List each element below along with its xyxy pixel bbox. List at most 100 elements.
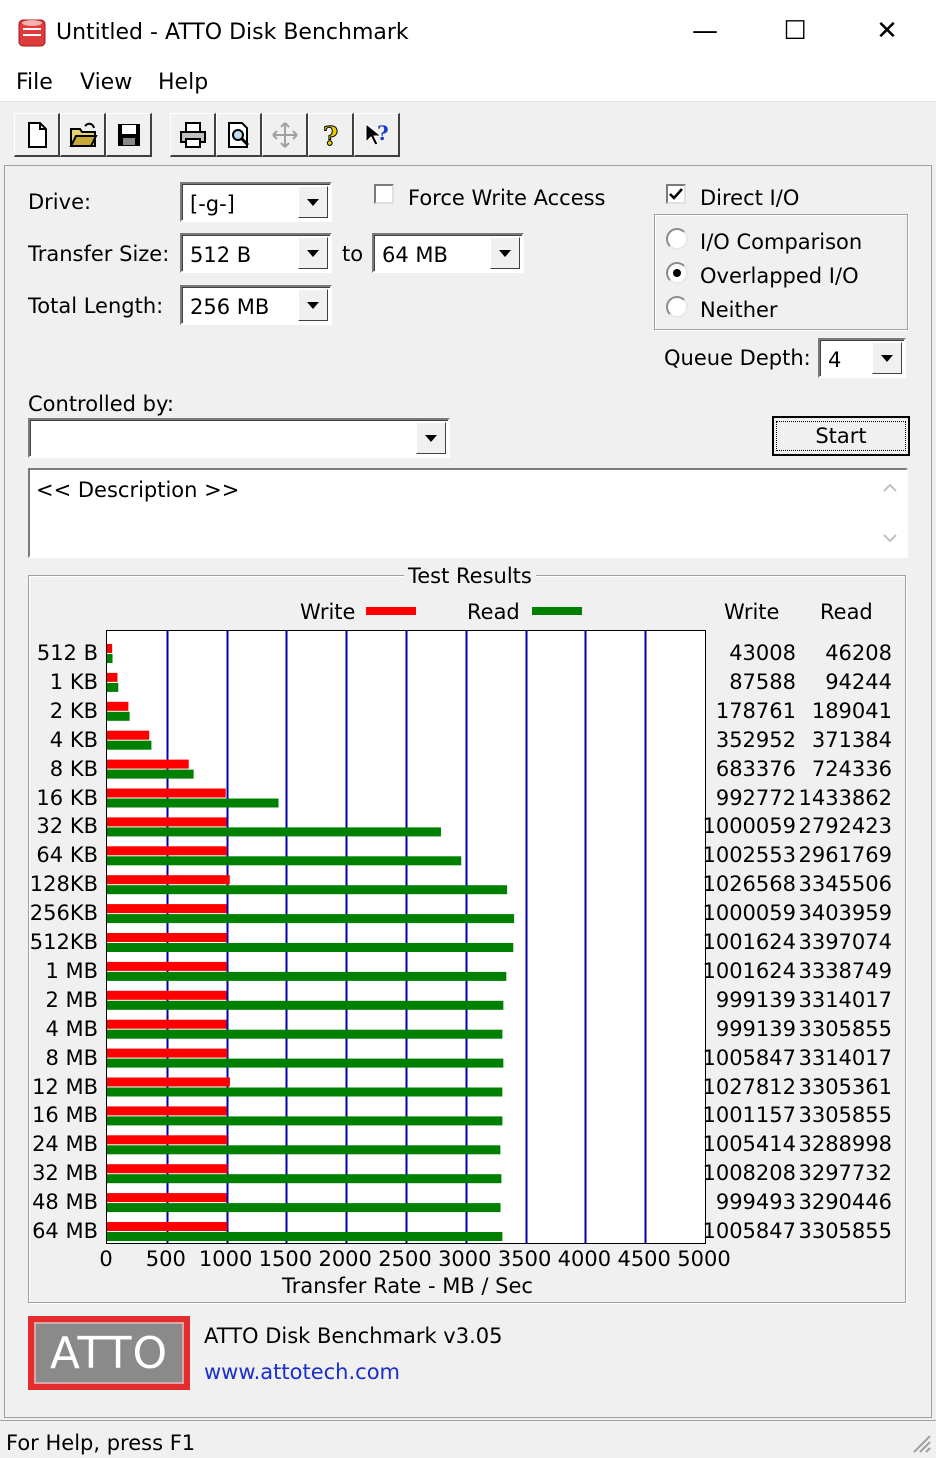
radio-io-comparison[interactable] [666,228,688,250]
read-bar [107,943,514,952]
test-results-title: Test Results [404,564,536,588]
transfer-size-row-label: 12 MB [32,1074,98,1099]
radio-overlapped-io[interactable] [666,262,688,284]
open-folder-icon[interactable] [60,113,106,157]
svg-text:?: ? [323,122,338,150]
close-button[interactable]: ✕ [842,8,932,54]
read-bar [107,798,279,808]
neither-label[interactable]: Neither [700,298,778,322]
start-button-label: Start [776,421,906,451]
website-link[interactable]: www.attotech.com [204,1360,400,1384]
transfer-size-row-label: 2 KB [49,698,98,723]
write-bar [107,730,150,740]
chevron-down-icon[interactable] [872,342,902,374]
description-textarea[interactable]: << Description >> [28,468,908,558]
transfer-size-row-label: 24 MB [32,1132,98,1157]
atto-logo: ATTO [28,1316,190,1390]
transfer-to-select[interactable]: 64 MB [372,233,524,273]
total-length-select[interactable]: 256 MB [180,285,332,325]
controlled-by-select[interactable] [28,418,450,458]
scroll-down-icon[interactable] [882,532,898,544]
write-bar [107,1048,228,1058]
write-value: 1001624 [702,958,796,983]
write-bar [107,875,230,885]
write-bar [107,846,227,856]
read-value: 3305855 [798,1219,892,1243]
atto-logo-text: ATTO [34,1322,184,1384]
write-bar [107,817,227,827]
drive-value: [-g-] [190,192,235,216]
scroll-up-icon[interactable] [882,482,898,494]
save-disk-icon[interactable] [106,113,152,157]
maximize-button[interactable]: ☐ [750,8,840,54]
radio-neither[interactable] [666,296,688,318]
write-bar [107,933,227,942]
chevron-down-icon[interactable] [298,186,328,218]
write-value: 999493 [715,1190,796,1215]
total-length-value: 256 MB [190,295,270,319]
print-preview-icon[interactable] [216,113,262,157]
write-value: 178761 [715,698,796,723]
menu-help[interactable]: Help [158,70,208,95]
read-bar [107,1087,503,1097]
force-write-checkbox[interactable] [374,184,394,204]
read-bar [107,682,119,692]
chevron-down-icon[interactable] [416,422,446,454]
print-icon[interactable] [170,113,216,157]
move-icon [262,113,308,157]
transfer-size-row-label: 128KB [29,872,98,897]
transfer-size-row-label: 16 KB [36,785,98,810]
write-value: 1005847 [702,1045,796,1070]
context-help-icon[interactable]: ? [354,113,400,157]
chart-svg [107,631,647,1243]
transfer-size-row-label: 512 B [36,641,98,665]
transfer-from-select[interactable]: 512 B [180,233,332,273]
new-document-icon[interactable] [14,113,60,157]
chevron-down-icon[interactable] [298,289,328,321]
menu-file[interactable]: File [16,70,53,95]
description-scrollbar[interactable] [874,470,906,556]
read-bar [107,1203,501,1213]
write-value: 1001157 [702,1103,796,1128]
transfer-size-row-label: 8 MB [45,1045,98,1070]
read-bar [107,769,194,779]
chevron-down-icon[interactable] [298,237,328,269]
queue-depth-select[interactable]: 4 [818,338,906,378]
resize-grip-icon[interactable] [910,1432,932,1454]
transfer-size-row-label: 16 MB [32,1103,98,1128]
toolbar: ? ? [0,103,936,163]
read-column-header: Read [820,600,873,624]
read-value: 2792423 [798,814,892,839]
menu-view[interactable]: View [80,70,132,95]
read-bar [107,1000,504,1010]
window-title: Untitled - ATTO Disk Benchmark [56,20,409,45]
io-comparison-label[interactable]: I/O Comparison [700,230,862,254]
read-value: 3314017 [798,987,892,1012]
chevron-down-icon[interactable] [490,237,520,269]
read-value: 46208 [825,641,892,665]
app-icon [18,19,46,47]
status-bar: For Help, press F1 [0,1420,936,1458]
force-write-label[interactable]: Force Write Access [408,186,606,210]
drive-select[interactable]: [-g-] [180,182,332,222]
write-bar [107,1164,228,1174]
direct-io-checkbox[interactable] [666,184,686,204]
read-value: 3345506 [798,872,892,897]
read-value: 3305855 [798,1103,892,1128]
write-bar [107,961,227,971]
checkmark-icon [669,188,683,200]
write-value: 1005847 [702,1219,796,1243]
title-bar: Untitled - ATTO Disk Benchmark — ☐ ✕ [0,0,936,62]
read-bar [107,711,130,721]
overlapped-io-label[interactable]: Overlapped I/O [700,264,859,288]
total-length-label: Total Length: [28,294,164,318]
start-button[interactable]: Start [772,416,910,456]
read-bar [107,740,152,750]
legend-write-swatch [366,607,416,615]
queue-depth-value: 4 [828,348,842,372]
transfer-size-row-label: 4 MB [45,1016,98,1041]
write-bar [107,788,226,798]
help-icon[interactable]: ? [308,113,354,157]
minimize-button[interactable]: — [660,8,750,54]
direct-io-label[interactable]: Direct I/O [700,186,799,210]
